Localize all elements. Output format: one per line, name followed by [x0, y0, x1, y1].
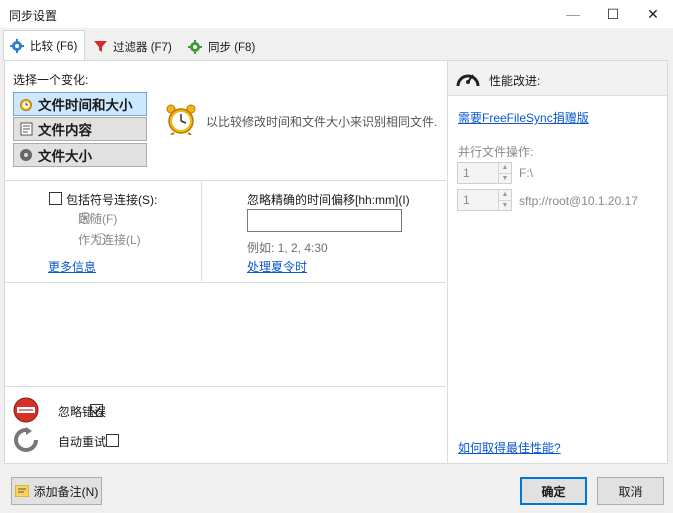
variant-content-button[interactable]: 文件内容 [13, 117, 147, 141]
variant-size-label: 文件大小 [38, 149, 92, 164]
add-note-label: 添加备注(N) [33, 484, 99, 499]
tab-filter-label: 过滤器 (F7) [113, 41, 172, 54]
divider [5, 180, 446, 181]
tab-strip: 比较 (F6) 过滤器 (F7) 同步 (F8) [0, 28, 673, 61]
gear-icon [188, 39, 202, 54]
gear-icon [10, 39, 24, 53]
parallel-ops-value: 1 [463, 193, 470, 207]
variant-size-button[interactable]: 文件大小 [13, 143, 147, 167]
divider [201, 181, 202, 281]
parallel-ops-stepper[interactable]: 1 ▲ ▼ [457, 162, 512, 184]
auto-retry-checkbox[interactable] [106, 434, 120, 447]
ignore-errors-label: 忽略错误 [58, 405, 107, 419]
symlink-label: 包括符号连接(S): [66, 193, 158, 207]
time-shift-example: 例如: 1, 2, 4:30 [247, 241, 328, 255]
dst-link[interactable]: 处理夏令时 [247, 258, 307, 275]
time-shift-label: 忽略精确的时间偏移[hh:mm](I) [247, 193, 410, 207]
performance-title: 性能改进: [489, 74, 541, 88]
maximize-button[interactable]: ☐ [593, 0, 633, 28]
title-bar: 同步设置 — ☐ ✕ [0, 0, 673, 28]
parallel-ops-path: sftp://root@10.1.20.17 [519, 194, 638, 208]
retry-icon [13, 427, 39, 456]
chevron-up-icon[interactable]: ▲ [499, 163, 511, 174]
chevron-down-icon[interactable]: ▼ [499, 201, 511, 211]
note-icon [14, 485, 29, 497]
parallel-ops-path: F:\ [519, 166, 533, 180]
symlink-checkbox[interactable] [49, 192, 62, 205]
time-shift-input[interactable] [247, 209, 402, 232]
add-note-button[interactable]: 添加备注(N) [11, 477, 102, 505]
choose-variant-label: 选择一个变化: [13, 73, 89, 87]
speedometer-icon [455, 67, 481, 92]
variant-time-size-label: 文件时间和大小 [38, 98, 133, 113]
divider [5, 282, 446, 283]
variant-content-label: 文件内容 [38, 123, 92, 138]
parallel-ops-stepper[interactable]: 1 ▲ ▼ [457, 189, 512, 211]
close-button[interactable]: ✕ [633, 0, 673, 28]
tab-sync-label: 同步 (F8) [208, 41, 256, 54]
donation-edition-link[interactable]: 需要FreeFileSync捐赠版 [458, 109, 589, 126]
funnel-icon [94, 40, 107, 53]
clock-icon [18, 96, 34, 112]
document-icon [18, 121, 34, 137]
tab-compare[interactable]: 比较 (F6) [3, 30, 85, 61]
error-icon [13, 397, 39, 426]
variant-time-size-button[interactable]: 文件时间和大小 [13, 92, 147, 116]
disk-icon [18, 147, 34, 163]
window-title: 同步设置 [9, 9, 58, 23]
minimize-button[interactable]: — [553, 0, 593, 28]
ok-button[interactable]: 确定 [520, 477, 587, 505]
tab-sync[interactable]: 同步 (F8) [182, 32, 262, 61]
best-performance-link[interactable]: 如何取得最佳性能? [458, 439, 561, 456]
auto-retry-label: 自动重试 [58, 435, 107, 449]
tab-compare-label: 比较 (F6) [30, 41, 78, 53]
symlink-as-link-label: 作为连接(L) [78, 233, 141, 247]
parallel-ops-label: 并行文件操作: [458, 145, 534, 159]
tab-filter[interactable]: 过滤器 (F7) [88, 32, 180, 61]
alarm-clock-icon [166, 103, 196, 138]
chevron-up-icon[interactable]: ▲ [499, 190, 511, 201]
cancel-button[interactable]: 取消 [597, 477, 664, 505]
parallel-ops-value: 1 [463, 166, 470, 180]
symlink-follow-label: 跟随(F) [78, 212, 118, 226]
chevron-down-icon[interactable]: ▼ [499, 174, 511, 184]
variant-description: 以比较修改时间和文件大小来识别相同文件. [206, 115, 438, 129]
more-info-link[interactable]: 更多信息 [48, 258, 96, 275]
divider [5, 386, 446, 387]
